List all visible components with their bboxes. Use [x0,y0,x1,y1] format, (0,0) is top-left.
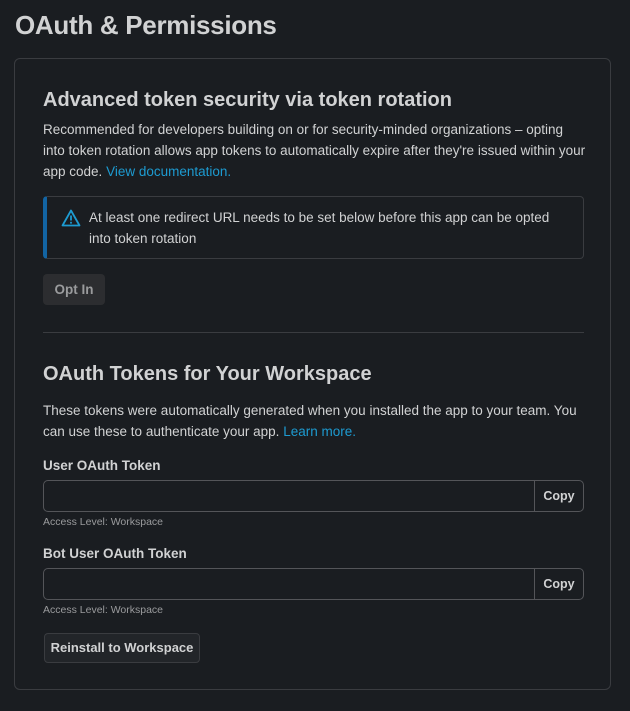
user-oauth-token-field: Copy [43,480,584,512]
copy-user-token-button[interactable]: Copy [534,481,583,511]
user-oauth-token-input[interactable] [44,481,534,511]
warning-triangle-icon [61,209,81,227]
bot-user-oauth-token-input[interactable] [44,569,534,599]
opt-in-button[interactable]: Opt In [43,274,105,305]
view-documentation-link[interactable]: View documentation. [106,164,231,179]
bot-user-oauth-token-field: Copy [43,568,584,600]
bot-token-access-level: Access Level: Workspace [43,604,164,616]
reinstall-to-workspace-button[interactable]: Reinstall to Workspace [44,633,200,663]
oauth-tokens-description: These tokens were automatically generate… [43,400,588,442]
user-oauth-token-label: User OAuth Token [43,458,161,473]
bot-user-oauth-token-label: Bot User OAuth Token [43,546,187,561]
page-title: OAuth & Permissions [15,10,277,40]
token-rotation-title: Advanced token security via token rotati… [43,89,452,111]
learn-more-link[interactable]: Learn more. [283,424,356,439]
token-rotation-description: Recommended for developers building on o… [43,119,588,182]
token-rotation-warning-callout: At least one redirect URL needs to be se… [43,196,584,259]
user-token-access-level: Access Level: Workspace [43,516,164,528]
settings-card: Advanced token security via token rotati… [14,58,611,690]
warning-text: At least one redirect URL needs to be se… [89,210,550,246]
oauth-tokens-title: OAuth Tokens for Your Workspace [43,363,372,385]
copy-bot-token-button[interactable]: Copy [534,569,583,599]
section-divider [43,332,584,333]
